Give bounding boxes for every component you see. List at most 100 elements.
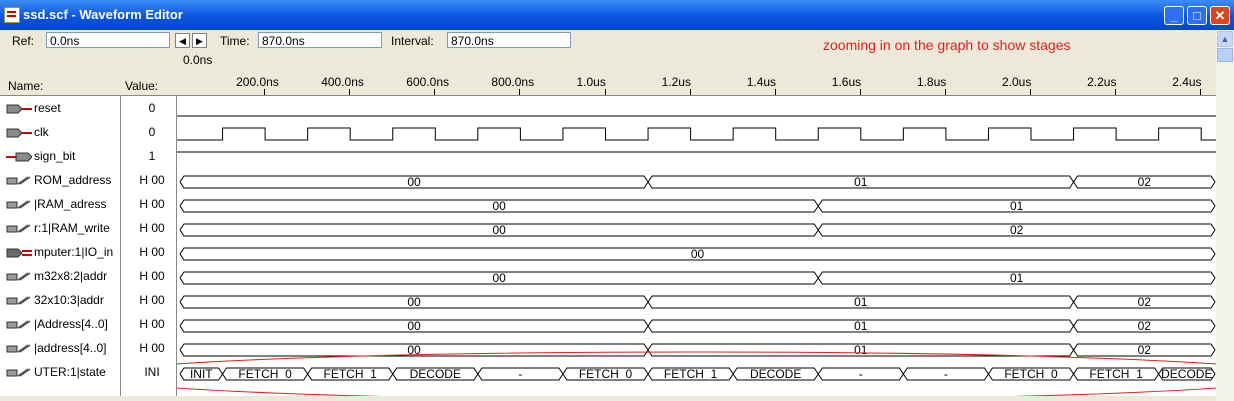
bus-segment-label: 01: [854, 319, 868, 333]
bus-segment-label: -: [518, 367, 522, 381]
signal-row[interactable]: 32x10:3|addr: [0, 288, 120, 312]
input-pin-icon: [6, 103, 32, 114]
ruler-tick-label: 1.8us: [916, 75, 947, 89]
signal-value-cell[interactable]: H 00: [121, 240, 177, 264]
signal-name: clk: [34, 125, 49, 139]
waveform-app-icon[interactable]: [4, 7, 20, 23]
ref-field[interactable]: 0.0ns: [46, 32, 170, 48]
bus-segment-label: 02: [1138, 175, 1152, 189]
ruler-tick-label: 800.0ns: [491, 75, 535, 89]
signal-value: H 00: [139, 197, 165, 211]
bus-segment-label: 01: [854, 175, 868, 189]
signal-value: H 00: [139, 245, 165, 259]
bus-segment-label: 02: [1138, 343, 1152, 357]
ruler-tick: [944, 89, 946, 95]
ruler-tick-label: 2.2us: [1087, 75, 1117, 89]
move-right-arrow-icon[interactable]: ▶: [192, 33, 207, 48]
signal-value-cell[interactable]: H 00: [121, 312, 177, 336]
signal-value-cell[interactable]: H 00: [121, 192, 177, 216]
signal-row[interactable]: clk: [0, 120, 120, 144]
signal-value-cell[interactable]: 0: [121, 120, 177, 144]
ruler-tick: [774, 89, 776, 95]
scroll-thumb[interactable]: [1217, 48, 1233, 62]
ruler-tick-label: 2.4us: [1172, 75, 1202, 89]
bus-node-icon: [6, 295, 32, 305]
signal-row[interactable]: |Address[4..0]: [0, 312, 120, 336]
maximize-button[interactable]: □: [1187, 6, 1207, 25]
scroll-up-arrow-icon[interactable]: ▲: [1217, 31, 1233, 47]
output-pin-icon: [6, 151, 33, 162]
ruler-tick: [1115, 89, 1117, 95]
bus-segment-label: 01: [854, 295, 868, 309]
close-button[interactable]: ✕: [1210, 6, 1230, 25]
title-bar: ssd.scf - Waveform Editor _ □ ✕: [0, 0, 1234, 30]
signal-value-cell[interactable]: H 00: [121, 216, 177, 240]
signal-row[interactable]: |RAM_adress: [0, 192, 120, 216]
bus-segment-label: FETCH_1: [324, 367, 378, 381]
bus-segment-label: 02: [1010, 223, 1024, 237]
ruler-tick: [1030, 89, 1031, 95]
signal-row[interactable]: ROM_address: [0, 168, 120, 192]
signal-row[interactable]: m32x8:2|addr: [0, 264, 120, 288]
signal-value-column: 0 0 1 H 00 H 00 H 00 H 00 H 00 H 00 H 00 H 00 INI: [120, 95, 177, 396]
bus-segment-label: 00: [492, 223, 506, 237]
ruler-tick-label: 1.6us: [831, 75, 862, 89]
bus-segment-label: 02: [1138, 295, 1152, 309]
ruler-tick: [434, 89, 436, 95]
ruler-tick: [689, 89, 691, 95]
vertical-scrollbar[interactable]: ▲: [1216, 30, 1234, 401]
bus-segment-label: 00: [492, 271, 506, 285]
signal-name: sign_bit: [34, 149, 76, 163]
signal-value-cell[interactable]: H 00: [121, 264, 177, 288]
bus-segment-label: 00: [407, 295, 421, 309]
bus-segment-label: FETCH_0: [238, 367, 292, 381]
signal-row[interactable]: reset: [0, 96, 120, 120]
waveform-canvas[interactable]: 00 01 0200 0100 020000 0100 01 0200 01 0200 01 02IN…: [96, 96, 1234, 401]
interval-field[interactable]: 870.0ns: [447, 32, 571, 48]
reference-marker-label: 0.0ns: [183, 53, 213, 67]
bus-segment-label: DECODE: [750, 367, 801, 381]
bus-segment-label: 02: [1138, 319, 1152, 333]
name-column-header: Name:: [8, 79, 44, 93]
ruler-tick-label: 400.0ns: [321, 75, 364, 89]
signal-value: H 00: [139, 173, 165, 187]
time-field[interactable]: 870.0ns: [258, 32, 382, 48]
move-left-arrow-icon[interactable]: ◀: [175, 33, 190, 48]
signal-name: |Address[4..0]: [34, 317, 108, 331]
signal-row[interactable]: |address[4..0]: [0, 336, 120, 360]
signal-row[interactable]: r:1|RAM_write: [0, 216, 120, 240]
signal-value-cell[interactable]: H 00: [121, 288, 177, 312]
signal-row[interactable]: sign_bit: [0, 144, 120, 168]
signal-row[interactable]: mputer:1|IO_in: [0, 240, 120, 264]
signal-value-cell[interactable]: H 00: [121, 336, 177, 360]
signal-value: 0: [148, 101, 156, 115]
signal-name: ROM_address: [34, 173, 112, 187]
bus-segment-label: FETCH_0: [1004, 367, 1058, 381]
signal-name: 32x10:3|addr: [34, 293, 104, 307]
signal-name: UTER:1|state: [34, 365, 106, 379]
signal-value-cell[interactable]: 0: [121, 96, 177, 120]
bus-node-icon: [6, 175, 32, 185]
clock-wave: [177, 127, 1217, 141]
signal-value-cell[interactable]: H 00: [121, 168, 177, 192]
bus-input-icon: [6, 247, 32, 258]
ruler-tick: [604, 89, 606, 95]
ruler-tick: [1200, 89, 1202, 95]
signal-value: INI: [144, 365, 160, 379]
bus-segment-label: FETCH_1: [1089, 367, 1143, 381]
signal-value: H 00: [139, 317, 165, 331]
bus-segment-label: INIT: [190, 367, 213, 381]
bus-node-icon: [6, 319, 32, 329]
signal-value-cell[interactable]: INI: [121, 360, 177, 384]
signal-row[interactable]: UTER:1|state: [0, 360, 120, 384]
signal-name: |address[4..0]: [34, 341, 107, 355]
signal-value: 0: [148, 125, 156, 139]
bus-segment-label: FETCH_1: [664, 367, 718, 381]
bus-node-icon: [6, 199, 32, 209]
bus-segment-label: 01: [1010, 271, 1024, 285]
waveform-area[interactable]: 00 01 02 00 01 00 02 00 00 01 00 01 02 00 01 02 00 01 02 IN…: [96, 95, 1234, 401]
signal-name-column: reset clk sign_bit ROM_address |RAM_adress r:…: [0, 95, 120, 396]
minimize-button[interactable]: _: [1164, 6, 1184, 25]
signal-value-cell[interactable]: 1: [121, 144, 177, 168]
ruler-tick-label: 200.0ns: [236, 75, 279, 89]
